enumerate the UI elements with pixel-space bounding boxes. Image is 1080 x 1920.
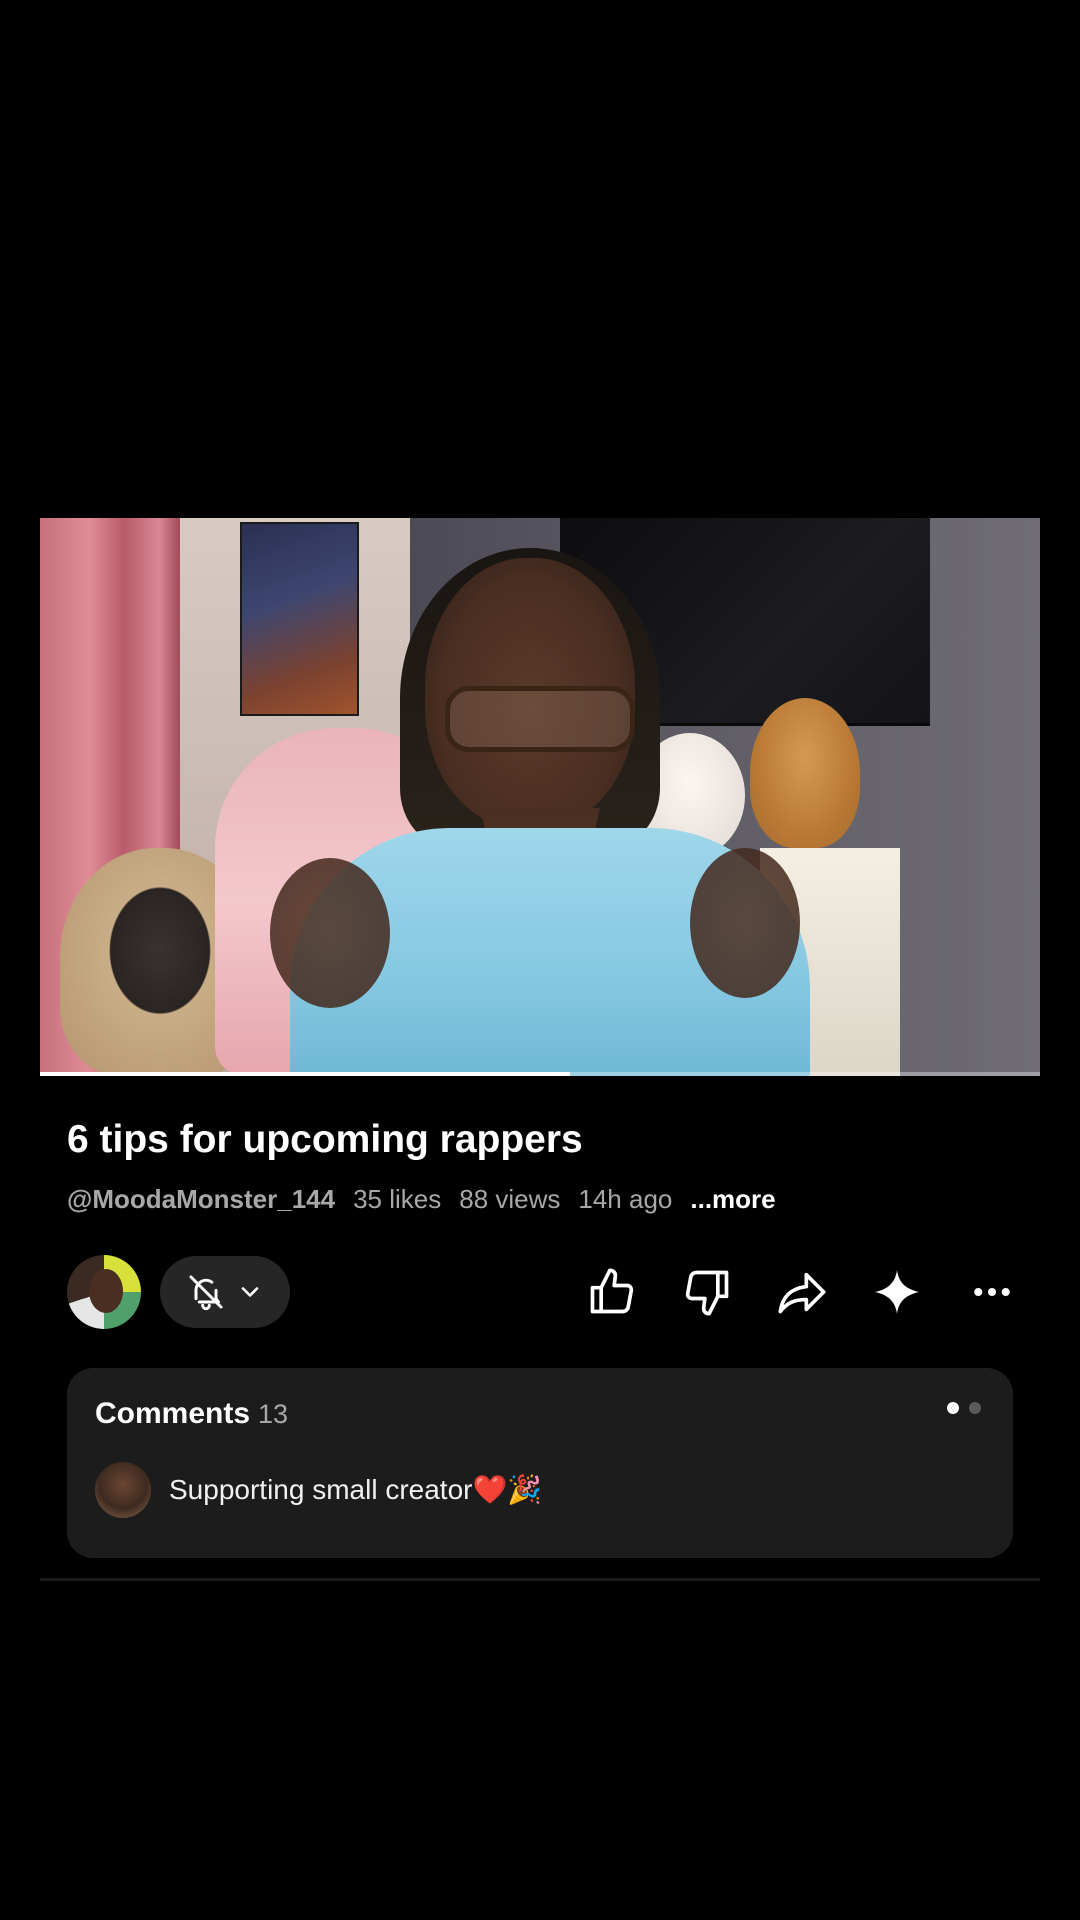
dislike-button[interactable] [677,1262,737,1322]
thumbs-up-icon [590,1268,634,1314]
more-options-button[interactable] [962,1262,1022,1322]
divider [40,1578,1040,1581]
thumbs-down-icon [685,1270,729,1316]
video-progress-fill [40,1072,570,1076]
video-player[interactable] [40,518,1040,1076]
upload-age: 14h ago [578,1184,673,1214]
comments-header: Comments 13 [95,1394,288,1434]
like-button[interactable] [582,1262,642,1322]
video-frame [40,518,1040,1076]
channel-avatar[interactable] [67,1255,141,1329]
comments-count: 13 [258,1399,289,1429]
video-title: 6 tips for upcoming rappers [67,1118,583,1161]
more-icon [974,1287,1010,1297]
video-meta: @MoodaMonster_144 35 likes 88 views 14h … [67,1182,776,1216]
chevron-down-icon [241,1287,259,1297]
views-count: 88 views [459,1184,561,1214]
more-link[interactable]: ...more [690,1182,775,1216]
share-button[interactable] [772,1262,832,1322]
bell-off-icon [189,1275,223,1311]
commenter-avatar [95,1462,151,1518]
share-icon [778,1272,826,1314]
sparkle-icon [875,1270,919,1314]
top-comment-text: Supporting small creator❤️🎉 [169,1474,543,1505]
channel-handle[interactable]: @MoodaMonster_144 [67,1182,335,1216]
comments-card[interactable]: Comments 13 Supporting small creator❤️🎉 [67,1368,1013,1558]
shorts-page: 6 tips for upcoming rappers @MoodaMonste… [0,0,1080,1920]
subscribe-notifications-button[interactable] [160,1256,290,1328]
likes-count: 35 likes [353,1184,442,1214]
comments-label: Comments [95,1397,251,1430]
remix-button[interactable] [867,1262,927,1322]
pager-dot-active [947,1402,959,1414]
comments-pager [947,1402,981,1414]
pager-dot [969,1402,981,1414]
